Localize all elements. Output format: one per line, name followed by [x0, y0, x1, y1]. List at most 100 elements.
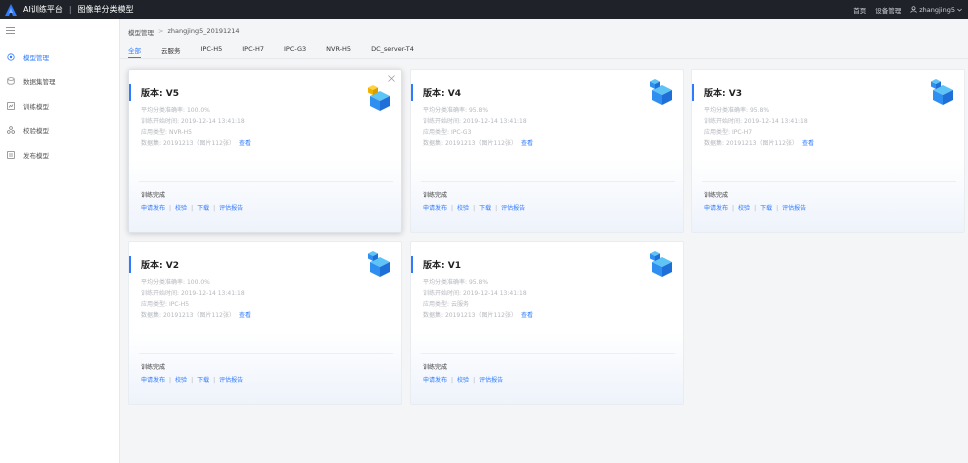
card-accuracy: 平均分类准确率: 95.8% — [423, 277, 488, 286]
tab-ipc-h5[interactable]: IPC-H5 — [201, 41, 223, 58]
card-app-type: 应用类型: 云服务 — [423, 299, 469, 308]
start-time-label: 训练开始时间: — [704, 118, 743, 125]
tab-cloud-service[interactable]: 云服务 — [161, 41, 181, 58]
dataset-label: 数据集: — [141, 312, 162, 319]
tab-all[interactable]: 全部 — [128, 41, 141, 58]
nav-home-link[interactable]: 首页 — [853, 5, 866, 15]
download-link[interactable]: 下载 — [760, 205, 772, 212]
apply-publish-link[interactable]: 申请发布 — [423, 377, 447, 384]
apply-publish-link[interactable]: 申请发布 — [141, 377, 165, 384]
model-icon — [7, 53, 15, 61]
verify-icon — [7, 126, 15, 134]
sidebar-item-label: 校验模型 — [23, 127, 49, 135]
card-dataset: 数据集: 20191213（图片112张） 查看 — [141, 310, 251, 319]
start-time-value: 2019-12-14 13:41:18 — [180, 290, 245, 297]
view-dataset-link[interactable]: 查看 — [521, 140, 533, 147]
platform-logo-icon — [5, 3, 17, 16]
menu-icon[interactable] — [6, 26, 15, 35]
card-version-title: 版本: V3 — [704, 89, 742, 99]
card-start-time: 训练开始时间: 2019-12-14 13:41:18 — [141, 288, 245, 297]
sidebar: 模型管理 数据集管理 训练模型 校验模型 发布模型 — [0, 19, 120, 463]
evaluation-report-link[interactable]: 评估报告 — [782, 205, 806, 212]
top-bar: AI训练平台 | 图像单分类模型 首页 设备管理 zhangjing5 — [0, 0, 968, 19]
sidebar-item-label: 数据集管理 — [23, 78, 56, 86]
action-separator: | — [473, 205, 476, 212]
model-version-card-4[interactable]: 版本: V2 平均分类准确率: 100.0% 训练开始时间: 2019-12-1… — [128, 241, 402, 405]
sidebar-item-model-management[interactable]: 模型管理 — [0, 48, 120, 66]
card-accent-bar — [411, 84, 413, 101]
card-status: 训练完成 — [704, 192, 729, 199]
card-divider — [139, 181, 393, 182]
close-icon[interactable] — [388, 75, 395, 82]
view-dataset-link[interactable]: 查看 — [239, 140, 251, 147]
accuracy-value: 95.8% — [468, 279, 489, 286]
verify-link[interactable]: 校验 — [175, 377, 187, 384]
sidebar-item-publish-model[interactable]: 发布模型 — [0, 146, 120, 164]
breadcrumb-current: zhangjing5_20191214 — [167, 27, 240, 35]
verify-link[interactable]: 校验 — [457, 205, 469, 212]
model-cube-icon — [931, 79, 953, 105]
app-type-value: IPC-H5 — [168, 301, 190, 308]
breadcrumb-root[interactable]: 模型管理 — [128, 27, 154, 37]
action-separator: | — [754, 205, 757, 212]
user-icon — [910, 6, 917, 13]
action-separator: | — [169, 377, 172, 384]
card-accent-bar — [411, 256, 413, 273]
accuracy-label: 平均分类准确率: — [141, 107, 186, 114]
view-dataset-link[interactable]: 查看 — [239, 312, 251, 319]
view-dataset-link[interactable]: 查看 — [802, 140, 814, 147]
action-separator: | — [169, 205, 172, 212]
tab-ipc-g3[interactable]: IPC-G3 — [284, 41, 306, 58]
app-type-label: 应用类型: — [704, 129, 731, 136]
card-dataset: 数据集: 20191213（图片112张） 查看 — [141, 138, 251, 147]
card-version-title: 版本: V2 — [141, 261, 179, 271]
accuracy-value: 100.0% — [186, 279, 210, 286]
model-version-card-1[interactable]: 版本: V5 平均分类准确率: 100.0% 训练开始时间: 2019-12-1… — [128, 69, 402, 233]
sidebar-item-dataset-management[interactable]: 数据集管理 — [0, 72, 120, 90]
sidebar-item-label: 训练模型 — [23, 103, 49, 111]
model-version-card-2[interactable]: 版本: V4 平均分类准确率: 95.8% 训练开始时间: 2019-12-14… — [410, 69, 684, 233]
app-type-label: 应用类型: — [423, 301, 450, 308]
sidebar-item-verify-model[interactable]: 校验模型 — [0, 121, 120, 139]
card-app-type: 应用类型: IPC-G3 — [423, 127, 471, 136]
verify-link[interactable]: 校验 — [457, 377, 469, 384]
apply-publish-link[interactable]: 申请发布 — [423, 205, 447, 212]
model-version-card-5[interactable]: 版本: V1 平均分类准确率: 95.8% 训练开始时间: 2019-12-14… — [410, 241, 684, 405]
action-separator: | — [776, 205, 779, 212]
verify-link[interactable]: 校验 — [738, 205, 750, 212]
tab-nvr-h5[interactable]: NVR-H5 — [326, 41, 351, 58]
card-app-type: 应用类型: IPC-H7 — [704, 127, 752, 136]
evaluation-report-link[interactable]: 评估报告 — [479, 377, 503, 384]
accuracy-label: 平均分类准确率: — [423, 279, 468, 286]
verify-link[interactable]: 校验 — [175, 205, 187, 212]
user-menu[interactable]: zhangjing5 — [910, 6, 962, 14]
model-version-card-3[interactable]: 版本: V3 平均分类准确率: 95.8% 训练开始时间: 2019-12-14… — [691, 69, 965, 233]
sidebar-item-train-model[interactable]: 训练模型 — [0, 97, 120, 115]
view-dataset-link[interactable]: 查看 — [521, 312, 533, 319]
nav-device-link[interactable]: 设备管理 — [875, 5, 901, 15]
apply-publish-link[interactable]: 申请发布 — [141, 205, 165, 212]
card-start-time: 训练开始时间: 2019-12-14 13:41:18 — [141, 116, 245, 125]
card-accuracy: 平均分类准确率: 95.8% — [704, 105, 769, 114]
evaluation-report-link[interactable]: 评估报告 — [501, 205, 525, 212]
start-time-value: 2019-12-14 13:41:18 — [743, 118, 808, 125]
download-link[interactable]: 下载 — [197, 377, 209, 384]
breadcrumb-separator: > — [158, 27, 164, 35]
card-start-time: 训练开始时间: 2019-12-14 13:41:18 — [704, 116, 808, 125]
apply-publish-link[interactable]: 申请发布 — [704, 205, 728, 212]
download-link[interactable]: 下载 — [479, 205, 491, 212]
card-start-time: 训练开始时间: 2019-12-14 13:41:18 — [423, 116, 527, 125]
start-time-label: 训练开始时间: — [141, 290, 180, 297]
evaluation-report-link[interactable]: 评估报告 — [219, 205, 243, 212]
tab-ipc-h7[interactable]: IPC-H7 — [242, 41, 264, 58]
card-app-type: 应用类型: NVR-H5 — [141, 127, 192, 136]
tab-dc-server-t4[interactable]: DC_server-T4 — [371, 41, 414, 58]
evaluation-report-link[interactable]: 评估报告 — [219, 377, 243, 384]
start-time-label: 训练开始时间: — [423, 118, 462, 125]
card-version-title: 版本: V1 — [423, 261, 461, 271]
download-link[interactable]: 下载 — [197, 205, 209, 212]
tab-divider — [120, 58, 968, 59]
breadcrumb: 模型管理 > zhangjing5_20191214 — [128, 27, 240, 37]
model-cube-icon — [650, 79, 672, 105]
action-separator: | — [732, 205, 735, 212]
